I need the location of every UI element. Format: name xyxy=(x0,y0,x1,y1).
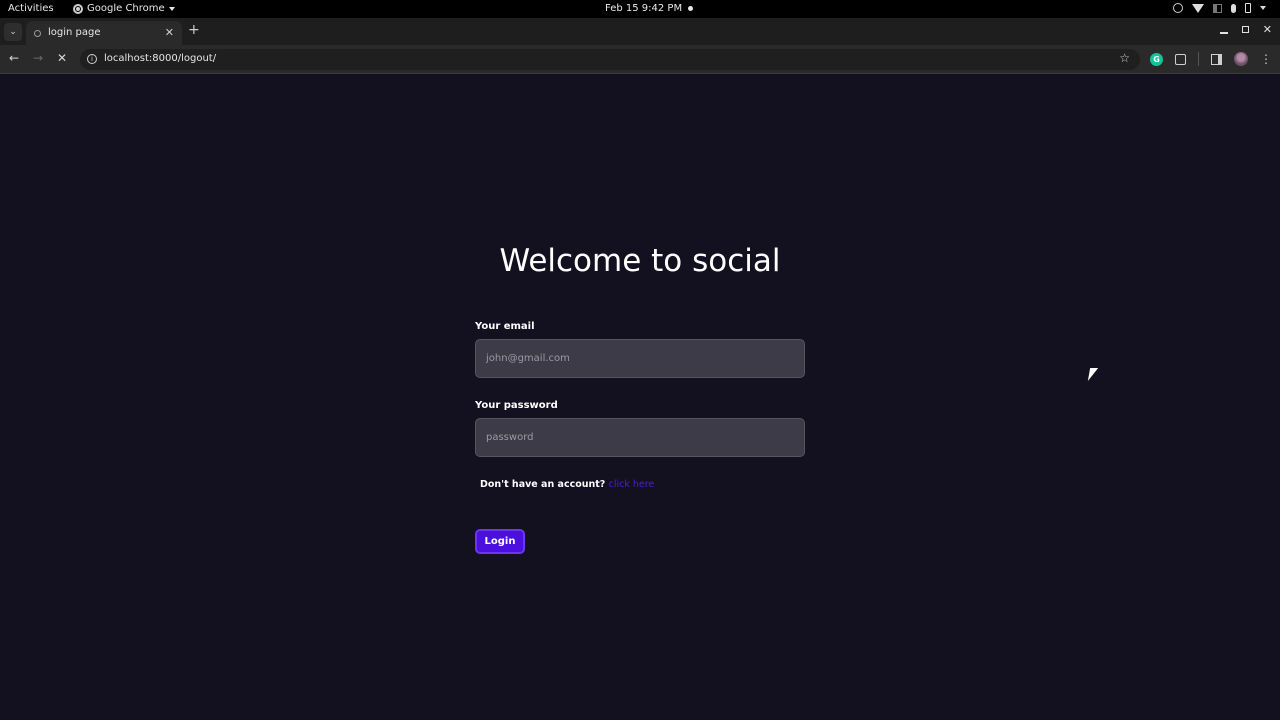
back-arrow-icon[interactable]: ← xyxy=(9,52,19,64)
signup-prompt: Don't have an account? click here xyxy=(480,479,654,490)
tab-close-icon[interactable]: ✕ xyxy=(165,26,174,39)
login-page: Welcome to social Your email Your passwo… xyxy=(0,75,1280,720)
forward-arrow-icon[interactable]: → xyxy=(33,52,43,64)
battery-icon xyxy=(1245,3,1251,13)
tab-search-button[interactable]: ⌄ xyxy=(4,23,22,41)
tab-strip: ⌄ login page ✕ + ✕ xyxy=(0,18,1280,45)
wifi-icon xyxy=(1192,3,1204,13)
system-tray[interactable] xyxy=(1173,3,1266,13)
clock-text: Feb 15 9:42 PM xyxy=(605,3,683,14)
volume-icon xyxy=(1213,3,1222,13)
tab-login-page[interactable]: login page ✕ xyxy=(26,21,182,45)
page-title: Welcome to social xyxy=(499,243,781,279)
signup-link[interactable]: click here xyxy=(609,479,655,490)
browser-toolbar: ← → ✕ i localhost:8000/logout/ ☆ G ⋮ xyxy=(0,45,1280,74)
accessibility-icon xyxy=(1173,3,1183,13)
address-bar[interactable]: i localhost:8000/logout/ ☆ xyxy=(80,49,1140,70)
app-menu[interactable]: Google Chrome xyxy=(73,3,175,14)
bookmark-star-icon[interactable]: ☆ xyxy=(1119,52,1130,64)
caret-down-icon xyxy=(168,6,175,11)
password-field[interactable] xyxy=(475,418,805,457)
email-label: Your email xyxy=(475,321,535,332)
chrome-icon xyxy=(73,3,83,14)
stop-loading-icon[interactable]: ✕ xyxy=(57,52,67,64)
notification-dot-icon xyxy=(688,6,694,11)
tray-caret-down-icon xyxy=(1260,6,1266,10)
window-controls: ✕ xyxy=(1219,24,1272,35)
toolbar-divider xyxy=(1198,52,1199,66)
system-top-bar: Activities Google Chrome Feb 15 9:42 PM xyxy=(0,0,1280,18)
login-button[interactable]: Login xyxy=(475,529,525,554)
password-label: Your password xyxy=(475,400,558,411)
extensions-puzzle-icon[interactable] xyxy=(1175,53,1186,65)
toolbar-extensions: G ⋮ xyxy=(1150,52,1272,66)
window-close-icon[interactable]: ✕ xyxy=(1263,24,1272,35)
kebab-menu-icon[interactable]: ⋮ xyxy=(1260,53,1272,65)
profile-avatar[interactable] xyxy=(1234,52,1248,66)
tab-title: login page xyxy=(48,27,101,38)
microphone-icon xyxy=(1231,3,1236,13)
app-menu-label: Google Chrome xyxy=(87,3,165,14)
new-tab-button[interactable]: + xyxy=(188,23,200,37)
site-info-icon[interactable]: i xyxy=(87,54,97,64)
clock[interactable]: Feb 15 9:42 PM xyxy=(605,3,694,14)
side-panel-icon[interactable] xyxy=(1211,53,1222,65)
signup-prompt-text: Don't have an account? xyxy=(480,479,606,490)
grammarly-extension-icon[interactable]: G xyxy=(1150,52,1163,66)
activities-button[interactable]: Activities xyxy=(8,3,54,14)
url-text[interactable]: localhost:8000/logout/ xyxy=(104,53,216,64)
minimize-icon[interactable] xyxy=(1219,32,1228,34)
email-field[interactable] xyxy=(475,339,805,378)
tab-favicon-icon xyxy=(34,30,41,37)
maximize-icon[interactable] xyxy=(1241,26,1249,33)
